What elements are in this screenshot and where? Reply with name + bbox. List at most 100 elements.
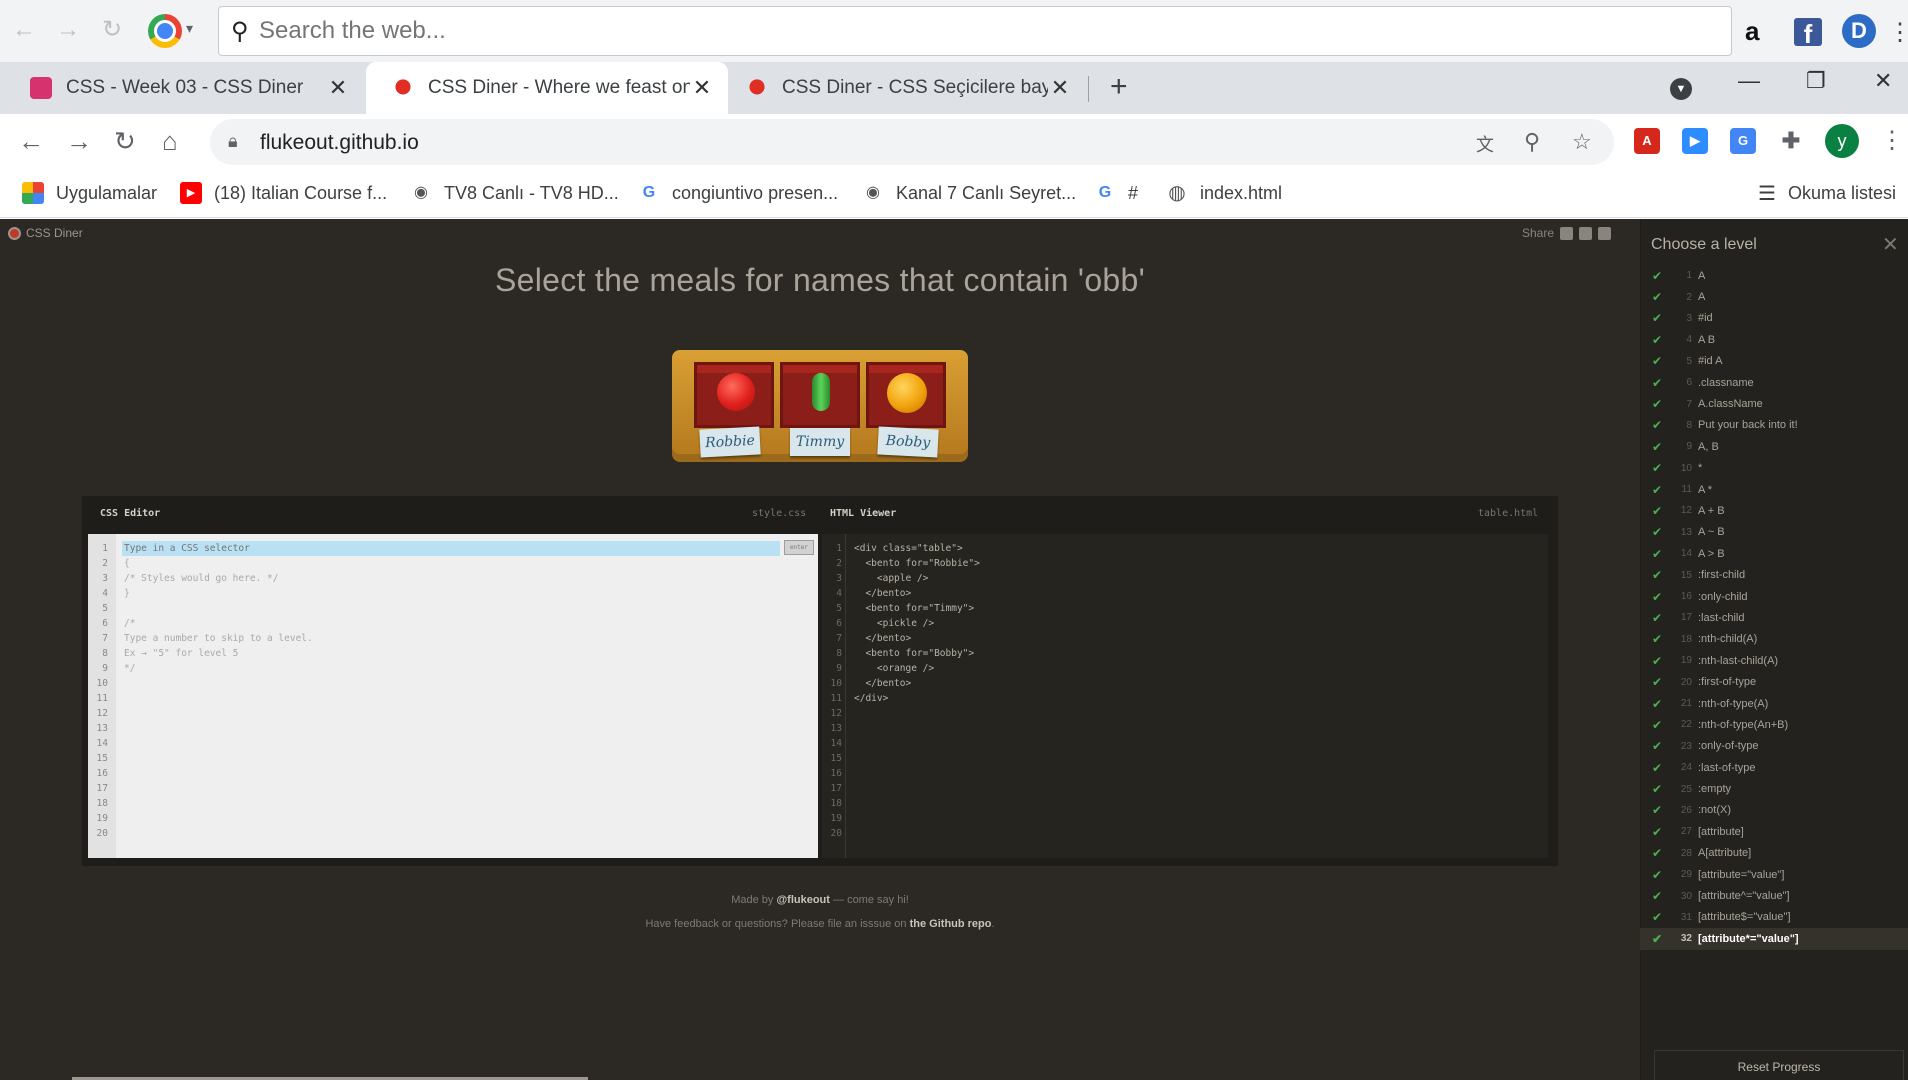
amazon-icon[interactable]: a xyxy=(1745,14,1759,48)
chrome-menu-icon[interactable]: ⋮ xyxy=(1880,126,1904,155)
bento-bobby[interactable] xyxy=(866,362,946,428)
level-item-4[interactable]: ✔ 4 A B xyxy=(1640,329,1908,350)
restore-icon[interactable]: ❐ xyxy=(1806,68,1826,94)
zoom-out-icon[interactable]: ⚲ xyxy=(1524,129,1540,155)
line-number: 19 xyxy=(96,813,108,824)
extensions-puzzle-icon[interactable]: ✚ xyxy=(1778,128,1804,154)
facebook-icon[interactable] xyxy=(1579,226,1593,240)
github-repo-link[interactable]: the Github repo xyxy=(910,918,992,930)
tab-css-week[interactable]: CSS - Week 03 - CSS Diner ✕ xyxy=(0,62,364,114)
level-item-3[interactable]: ✔ 3 #id xyxy=(1640,308,1908,329)
close-tab-icon[interactable]: ✕ xyxy=(1048,75,1072,101)
reset-progress-button[interactable]: Reset Progress xyxy=(1654,1050,1904,1080)
css-selector-input[interactable] xyxy=(122,541,780,556)
orange[interactable] xyxy=(887,373,927,413)
tab-css-diner-active[interactable]: CSS Diner - Where we feast on CSS Select… xyxy=(366,62,728,114)
bookmark-tv8[interactable]: ◉ TV8 Canlı - TV8 HD... xyxy=(410,176,619,210)
level-item-14[interactable]: ✔ 14 A > B xyxy=(1640,543,1908,564)
bookmark-hash[interactable]: G # xyxy=(1094,176,1138,210)
chrome-logo-icon[interactable] xyxy=(148,14,182,48)
level-item-23[interactable]: ✔ 23:only-of-type xyxy=(1640,736,1908,757)
bookmark-italian-course[interactable]: ▶ (18) Italian Course f... xyxy=(180,176,387,210)
forward-icon[interactable]: → xyxy=(52,14,84,46)
level-item-22[interactable]: ✔ 22:nth-of-type(An+B) xyxy=(1640,714,1908,735)
bookmark-congiuntivo[interactable]: G congiuntivo presen... xyxy=(638,176,838,210)
enter-button[interactable]: enter xyxy=(784,540,814,555)
level-item-25[interactable]: ✔ 25:empty xyxy=(1640,778,1908,799)
brand-logo[interactable]: CSS Diner xyxy=(8,226,83,240)
toolbar-menu-icon[interactable]: ⋮ xyxy=(1888,18,1908,47)
web-search-box[interactable]: ⚲ xyxy=(218,6,1732,56)
bookmark-kanal7[interactable]: ◉ Kanal 7 Canlı Seyret... xyxy=(862,176,1076,210)
level-item-31[interactable]: ✔ 31 [attribute$="value"] xyxy=(1640,907,1908,928)
level-label: A > B xyxy=(1698,547,1725,560)
reload-icon[interactable]: ↻ xyxy=(96,14,128,46)
level-item-11[interactable]: ✔ 11 A * xyxy=(1640,479,1908,500)
level-item-29[interactable]: ✔ 29 [attribute="value"] xyxy=(1640,864,1908,885)
line-number: 13 xyxy=(830,723,842,734)
level-label: [attribute$="value"] xyxy=(1698,911,1791,924)
web-search-input[interactable] xyxy=(259,15,1659,47)
level-item-28[interactable]: ✔ 28 A[attribute] xyxy=(1640,843,1908,864)
flukeout-link[interactable]: @flukeout xyxy=(776,894,830,906)
pdf-extension-icon[interactable]: A xyxy=(1634,128,1660,154)
level-item-21[interactable]: ✔ 21:nth-of-type(A) xyxy=(1640,693,1908,714)
close-tab-icon[interactable]: ✕ xyxy=(326,75,350,101)
back-icon[interactable]: ← xyxy=(8,14,40,46)
bookmark-star-icon[interactable]: ☆ xyxy=(1572,129,1592,155)
apple[interactable] xyxy=(717,373,755,411)
level-label: :last-of-type xyxy=(1698,761,1756,774)
level-item-7[interactable]: ✔ 7 A.className xyxy=(1640,393,1908,414)
level-item-26[interactable]: ✔ 26:not(X) xyxy=(1640,800,1908,821)
level-item-32[interactable]: ✔ 32 [attribute*="value"] xyxy=(1640,928,1908,950)
level-item-13[interactable]: ✔ 13 A ~ B xyxy=(1640,522,1908,543)
google-translate-extension-icon[interactable]: G xyxy=(1730,128,1756,154)
facebook-icon[interactable]: f xyxy=(1794,18,1822,49)
back-icon[interactable]: ← xyxy=(18,126,44,157)
translate-icon[interactable]: 文 xyxy=(1476,131,1494,157)
zoom-extension-icon[interactable]: ▶ xyxy=(1682,128,1708,154)
level-item-5[interactable]: ✔ 5 #id A xyxy=(1640,351,1908,372)
level-item-16[interactable]: ✔ 16:only-child xyxy=(1640,586,1908,607)
level-item-24[interactable]: ✔ 24:last-of-type xyxy=(1640,757,1908,778)
level-item-15[interactable]: ✔ 15:first-child xyxy=(1640,564,1908,585)
bookmark-apps[interactable]: Uygulamalar xyxy=(22,176,157,210)
bento-timmy[interactable] xyxy=(780,362,860,428)
level-item-30[interactable]: ✔ 30 [attribute^="value"] xyxy=(1640,885,1908,906)
email-icon[interactable] xyxy=(1560,226,1574,240)
level-item-27[interactable]: ✔ 27 [attribute] xyxy=(1640,821,1908,842)
tab-css-diner-tr[interactable]: CSS Diner - CSS Seçicilere bayıldık ✕ xyxy=(730,62,1086,114)
level-item-8[interactable]: ✔ 8 Put your back into it! xyxy=(1640,415,1908,436)
reading-list-button[interactable]: ☰ Okuma listesi xyxy=(1758,176,1896,210)
level-item-1[interactable]: ✔ 1 A xyxy=(1640,265,1908,286)
level-item-18[interactable]: ✔ 18:nth-child(A) xyxy=(1640,629,1908,650)
close-window-icon[interactable]: ✕ xyxy=(1874,68,1892,94)
new-tab-icon[interactable]: + xyxy=(1110,70,1128,104)
check-icon: ✔ xyxy=(1652,418,1663,433)
level-item-17[interactable]: ✔ 17:last-child xyxy=(1640,607,1908,628)
level-item-12[interactable]: ✔ 12 A + B xyxy=(1640,500,1908,521)
profile-avatar[interactable]: y xyxy=(1825,124,1859,158)
close-sidebar-icon[interactable]: ✕ xyxy=(1882,232,1899,257)
level-item-2[interactable]: ✔ 2 A xyxy=(1640,286,1908,307)
home-icon[interactable]: ⌂ xyxy=(162,126,178,157)
d-extension-icon[interactable]: D xyxy=(1842,14,1876,48)
chevron-down-icon[interactable]: ▾ xyxy=(186,20,193,37)
lock-icon[interactable]: 🔒︎ xyxy=(228,131,238,152)
level-item-9[interactable]: ✔ 9 A, B xyxy=(1640,436,1908,457)
tab-search-icon[interactable]: ▼ xyxy=(1670,78,1692,100)
level-item-10[interactable]: ✔ 10 * xyxy=(1640,458,1908,479)
reload-icon[interactable]: ↻ xyxy=(114,126,136,157)
bento-robbie[interactable] xyxy=(694,362,774,428)
level-item-6[interactable]: ✔ 6 .classname xyxy=(1640,372,1908,393)
url-text[interactable]: flukeout.github.io xyxy=(260,131,419,155)
level-item-20[interactable]: ✔ 20:first-of-type xyxy=(1640,671,1908,692)
omnibox[interactable]: 🔒︎ flukeout.github.io 文 ⚲ ☆ xyxy=(210,119,1614,165)
level-item-19[interactable]: ✔ 19:nth-last-child(A) xyxy=(1640,650,1908,671)
bookmark-index[interactable]: ◍ index.html xyxy=(1166,176,1282,210)
pickle[interactable] xyxy=(812,373,830,411)
minimize-icon[interactable]: — xyxy=(1738,68,1760,94)
forward-icon[interactable]: → xyxy=(66,126,92,157)
twitter-icon[interactable] xyxy=(1598,226,1612,240)
close-tab-icon[interactable]: ✕ xyxy=(690,75,714,101)
